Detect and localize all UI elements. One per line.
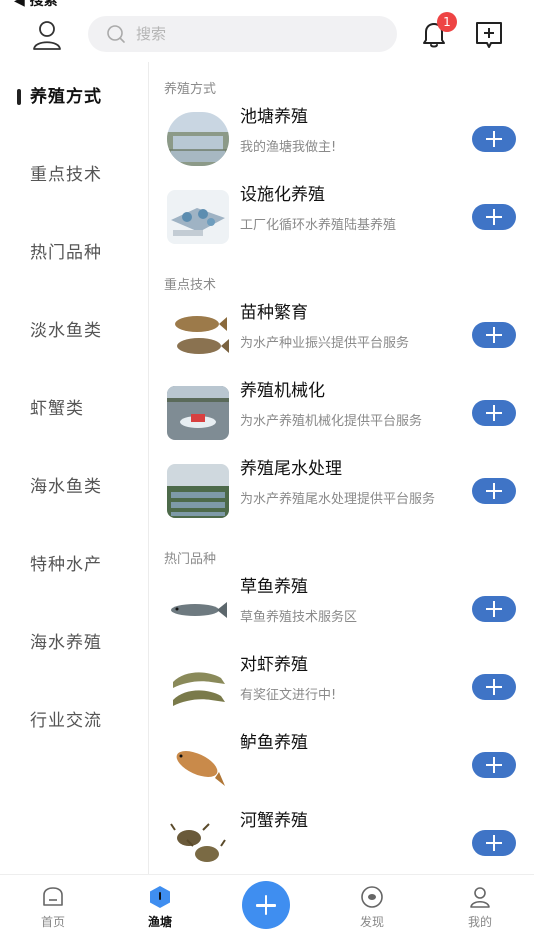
carp-photo bbox=[167, 308, 229, 362]
active-indicator bbox=[17, 89, 21, 105]
tab-profile[interactable]: 我的 bbox=[440, 875, 520, 950]
sidebar-item-farming-methods[interactable]: 养殖方式 bbox=[0, 62, 148, 132]
sidebar-item-key-technology[interactable]: 重点技术 bbox=[0, 140, 148, 210]
card-grass-carp[interactable]: 草鱼养殖 草鱼养殖技术服务区 bbox=[149, 570, 534, 648]
tab-discover[interactable]: 发现 bbox=[332, 875, 412, 950]
sidebar-item-label: 淡水鱼类 bbox=[30, 321, 102, 341]
card-shrimp[interactable]: 对虾养殖 有奖征文进行中! bbox=[149, 648, 534, 726]
content-list: 养殖方式 池塘养殖 我的渔塘我做主! 设施化养殖 工厂化循环水养殖陆基养殖 重点… bbox=[149, 62, 534, 874]
top-bar: 搜索 1 bbox=[0, 8, 534, 62]
card-title: 河蟹养殖 bbox=[240, 811, 308, 831]
tab-label: 我的 bbox=[467, 915, 492, 929]
card-river-crab[interactable]: 河蟹养殖 bbox=[149, 804, 534, 874]
tab-pond[interactable]: 渔塘 bbox=[120, 875, 200, 950]
bottom-tab-bar: 首页 渔塘 发现 我的 bbox=[0, 874, 534, 950]
card-title: 养殖机械化 bbox=[240, 381, 325, 401]
bass-photo bbox=[167, 738, 229, 792]
card-subtitle: 我的渔塘我做主! bbox=[240, 140, 337, 155]
sidebar-item-label: 虾蟹类 bbox=[30, 399, 84, 419]
card-subtitle: 工厂化循环水养殖陆基养殖 bbox=[240, 218, 397, 233]
sidebar-item-label: 海水养殖 bbox=[30, 633, 102, 653]
card-title: 苗种繁育 bbox=[240, 303, 308, 323]
pond-icon bbox=[150, 886, 170, 908]
section-title: 养殖方式 bbox=[164, 82, 217, 97]
discover-icon bbox=[361, 886, 383, 908]
card-seedling-breeding[interactable]: 苗种繁育 为水产种业振兴提供平台服务 bbox=[149, 296, 534, 374]
notification-badge: 1 bbox=[437, 12, 457, 32]
facility-photo bbox=[167, 190, 229, 244]
profile-icon bbox=[470, 887, 490, 908]
sidebar-item-special-aquatic[interactable]: 特种水产 bbox=[0, 530, 148, 600]
category-sidebar: 养殖方式 重点技术 热门品种 淡水鱼类 虾蟹类 海水鱼类 特种水产 海水养殖 行… bbox=[0, 62, 148, 874]
crab-photo bbox=[167, 816, 229, 870]
sidebar-item-freshwater-fish[interactable]: 淡水鱼类 bbox=[0, 296, 148, 366]
add-post-icon[interactable] bbox=[474, 20, 504, 50]
card-title: 池塘养殖 bbox=[240, 107, 308, 127]
sidebar-item-industry-exchange[interactable]: 行业交流 bbox=[0, 686, 148, 756]
sidebar-item-label: 海水鱼类 bbox=[30, 477, 102, 497]
wastewater-photo bbox=[167, 464, 229, 518]
add-button[interactable] bbox=[472, 752, 516, 778]
card-subtitle: 有奖征文进行中! bbox=[240, 688, 337, 703]
card-pond-farming[interactable]: 池塘养殖 我的渔塘我做主! bbox=[149, 100, 534, 178]
home-icon bbox=[43, 887, 63, 906]
sidebar-item-mariculture[interactable]: 海水养殖 bbox=[0, 608, 148, 678]
back-to-search-label[interactable]: ◀ 搜索 bbox=[14, 0, 58, 8]
add-button[interactable] bbox=[472, 400, 516, 426]
grass-carp-photo bbox=[167, 582, 229, 636]
sidebar-item-label: 热门品种 bbox=[30, 243, 102, 263]
add-button[interactable] bbox=[472, 674, 516, 700]
section-title: 热门品种 bbox=[164, 552, 217, 567]
user-avatar-icon[interactable] bbox=[30, 18, 64, 52]
tab-label: 首页 bbox=[40, 915, 65, 929]
sidebar-item-label: 特种水产 bbox=[30, 555, 102, 575]
card-bass[interactable]: 鲈鱼养殖 bbox=[149, 726, 534, 804]
search-icon bbox=[107, 25, 125, 43]
card-subtitle: 为水产养殖机械化提供平台服务 bbox=[240, 414, 423, 429]
add-button[interactable] bbox=[472, 830, 516, 856]
card-subtitle: 草鱼养殖技术服务区 bbox=[240, 610, 358, 625]
add-button[interactable] bbox=[472, 126, 516, 152]
sidebar-item-label: 行业交流 bbox=[30, 711, 102, 731]
tab-label: 渔塘 bbox=[147, 915, 172, 929]
add-button[interactable] bbox=[472, 478, 516, 504]
status-bar: ◀ 搜索 bbox=[0, 0, 534, 8]
card-title: 草鱼养殖 bbox=[240, 577, 308, 597]
plus-icon[interactable] bbox=[242, 881, 290, 929]
search-placeholder: 搜索 bbox=[136, 25, 167, 43]
sidebar-item-label: 重点技术 bbox=[30, 165, 102, 185]
aerator-photo bbox=[167, 386, 229, 440]
card-title: 对虾养殖 bbox=[240, 655, 308, 675]
tab-home[interactable]: 首页 bbox=[13, 875, 93, 950]
sidebar-item-popular-species[interactable]: 热门品种 bbox=[0, 218, 148, 288]
sidebar-item-label: 养殖方式 bbox=[30, 87, 102, 107]
shrimp-photo bbox=[167, 660, 229, 714]
card-subtitle: 为水产种业振兴提供平台服务 bbox=[240, 336, 410, 351]
pond-photo bbox=[167, 112, 229, 166]
card-tailwater-treatment[interactable]: 养殖尾水处理 为水产养殖尾水处理提供平台服务 bbox=[149, 452, 534, 530]
add-button[interactable] bbox=[472, 204, 516, 230]
card-subtitle: 为水产养殖尾水处理提供平台服务 bbox=[240, 492, 436, 507]
sidebar-item-shrimp-crab[interactable]: 虾蟹类 bbox=[0, 374, 148, 444]
section-title: 重点技术 bbox=[164, 278, 217, 293]
card-facility-farming[interactable]: 设施化养殖 工厂化循环水养殖陆基养殖 bbox=[149, 178, 534, 256]
card-title: 鲈鱼养殖 bbox=[240, 733, 308, 753]
card-title: 养殖尾水处理 bbox=[240, 459, 342, 479]
tab-label: 发现 bbox=[359, 915, 384, 929]
search-bar[interactable]: 搜索 bbox=[88, 16, 397, 52]
card-farming-mechanization[interactable]: 养殖机械化 为水产养殖机械化提供平台服务 bbox=[149, 374, 534, 452]
card-title: 设施化养殖 bbox=[240, 185, 325, 205]
sidebar-item-marine-fish[interactable]: 海水鱼类 bbox=[0, 452, 148, 522]
add-button[interactable] bbox=[472, 322, 516, 348]
add-button[interactable] bbox=[472, 596, 516, 622]
